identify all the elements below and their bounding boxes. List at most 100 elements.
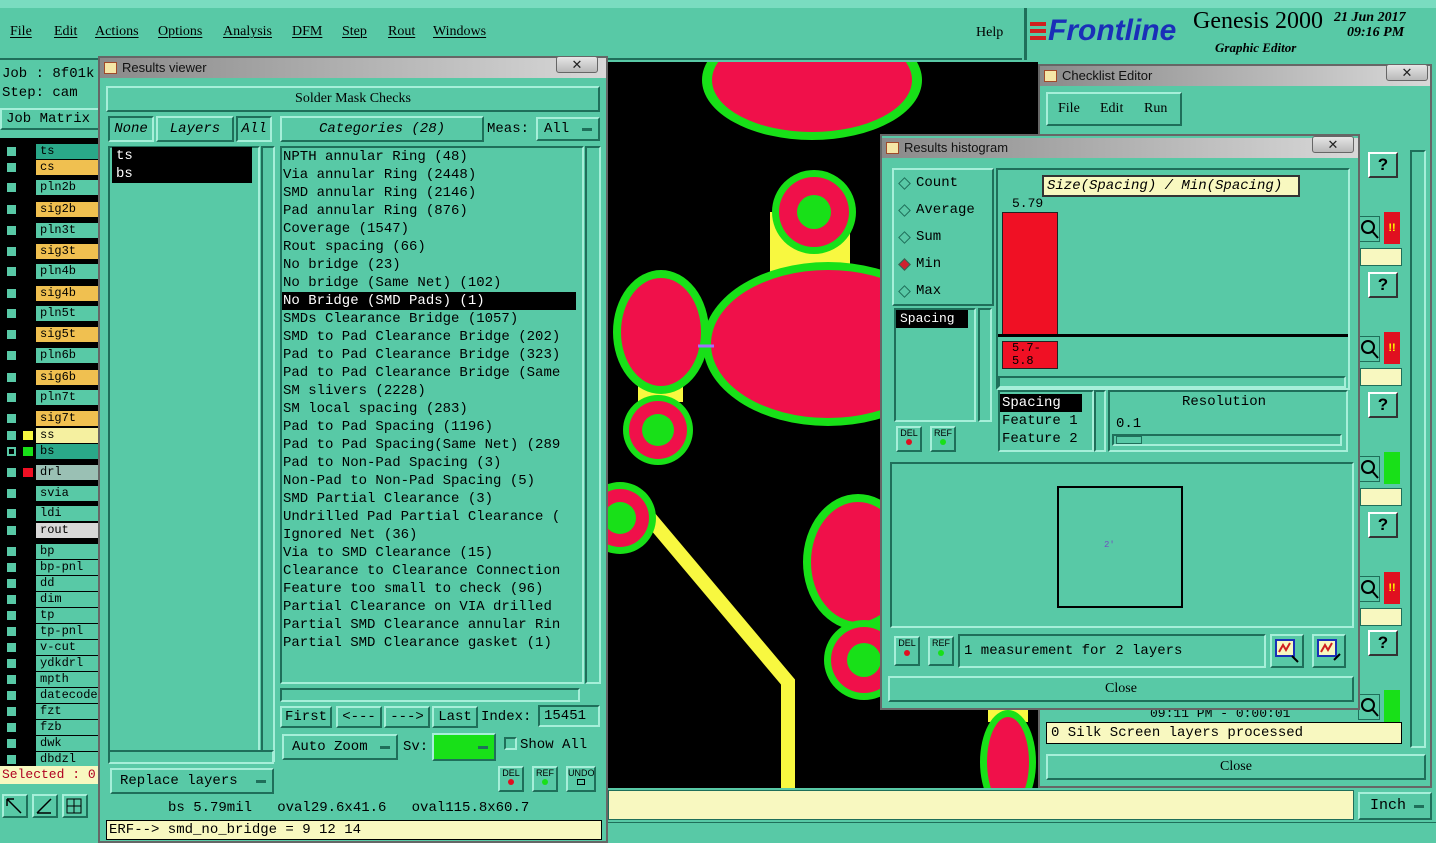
layer-row[interactable]: sig2b — [4, 202, 102, 217]
help-menu[interactable]: Help — [976, 25, 1003, 41]
layer-row[interactable]: tp — [4, 608, 102, 623]
layer-checkbox[interactable] — [6, 162, 17, 173]
layer-row[interactable]: dwk — [4, 736, 102, 751]
layer-row[interactable]: sig4b — [4, 286, 102, 301]
list-item[interactable]: Pad to Non-Pad Spacing (3) — [282, 454, 576, 472]
list-item[interactable]: ts — [112, 147, 252, 165]
layer-row[interactable]: tp-pnl — [4, 624, 102, 639]
preview-del-button[interactable]: DEL — [894, 636, 920, 666]
layer-checkbox[interactable] — [6, 754, 17, 765]
units-dropdown[interactable]: Inch — [1358, 792, 1432, 820]
layer-checkbox[interactable] — [6, 690, 17, 701]
list-item[interactable]: Pad annular Ring (876) — [282, 202, 576, 220]
chart-hscrollbar[interactable] — [998, 376, 1346, 388]
layer-row[interactable]: bp — [4, 544, 102, 559]
layer-row[interactable]: fzb — [4, 720, 102, 735]
result-layer-list[interactable] — [108, 146, 260, 762]
del-button[interactable]: DEL — [498, 766, 524, 792]
attribute-scrollbar[interactable] — [1094, 390, 1106, 452]
layer-row[interactable]: bs — [4, 444, 102, 459]
layer-checkbox[interactable] — [6, 626, 17, 637]
layer-checkbox[interactable] — [6, 446, 17, 457]
layer-row[interactable]: dd — [4, 576, 102, 591]
tool-button-2[interactable] — [32, 794, 58, 818]
layer-checkbox[interactable] — [6, 372, 17, 383]
checklist-scrollbar[interactable] — [1410, 150, 1426, 748]
layer-row[interactable]: svia — [4, 486, 102, 501]
layer-row[interactable]: sig7t — [4, 411, 102, 426]
zoom-out-chart-icon[interactable] — [1312, 634, 1346, 668]
list-item[interactable]: Spacing — [896, 310, 968, 328]
layer-row[interactable]: ldi — [4, 506, 102, 521]
none-button[interactable]: None — [108, 116, 154, 142]
layer-checkbox[interactable] — [6, 350, 17, 361]
checklist-close-btn[interactable]: Close — [1046, 754, 1426, 780]
first-button[interactable]: First — [280, 706, 332, 728]
histogram-bar[interactable] — [1002, 212, 1058, 336]
histogram-titlebar[interactable]: Results histogram — [882, 138, 1358, 158]
mode-option-count[interactable]: Count — [898, 175, 988, 193]
job-matrix-button[interactable]: Job Matrix — [0, 108, 100, 130]
list-item[interactable]: Pad to Pad Spacing (1196) — [282, 418, 576, 436]
checklist-close-button[interactable]: ✕ — [1386, 64, 1428, 81]
replace-layers-dropdown[interactable]: Replace layers — [110, 768, 274, 794]
list-item[interactable]: No Bridge (SMD Pads) (1) — [282, 292, 576, 310]
layer-row[interactable]: bp-pnl — [4, 560, 102, 575]
layer-row[interactable]: pln3t — [4, 223, 102, 238]
list-item[interactable]: Spacing — [1000, 394, 1082, 412]
tool-button-3[interactable] — [62, 794, 88, 818]
prev-button[interactable]: <--- — [336, 706, 382, 728]
layer-row[interactable]: ydkdrl — [4, 656, 102, 671]
checklist-menu-edit[interactable]: Edit — [1100, 101, 1123, 117]
list-item[interactable]: Rout spacing (66) — [282, 238, 576, 256]
layer-checkbox[interactable] — [6, 225, 17, 236]
list-item[interactable]: Non-Pad to Non-Pad Spacing (5) — [282, 472, 576, 490]
layer-row[interactable]: drl — [4, 465, 102, 480]
layer-row[interactable]: datecode- — [4, 688, 105, 703]
help-question-icon[interactable]: ? — [1368, 512, 1398, 538]
category-hscrollbar[interactable] — [280, 688, 580, 702]
layer-checkbox[interactable] — [6, 266, 17, 277]
all-button[interactable]: All — [236, 116, 272, 142]
list-item[interactable]: Via to SMD Clearance (15) — [282, 544, 576, 562]
list-item[interactable]: Pad to Pad Clearance Bridge (323) — [282, 346, 576, 364]
layer-checkbox[interactable] — [6, 546, 17, 557]
list-item[interactable]: Partial SMD Clearance gasket (1) — [282, 634, 576, 652]
menu-dfm[interactable]: DFM — [292, 24, 322, 40]
layer-checkbox[interactable] — [6, 329, 17, 340]
magnify-icon[interactable] — [1358, 456, 1380, 482]
layer-row[interactable]: pln2b — [4, 180, 102, 195]
list-item[interactable]: SMD to Pad Clearance Bridge (202) — [282, 328, 576, 346]
layer-row[interactable]: sig6b — [4, 370, 102, 385]
list-item[interactable]: SM local spacing (283) — [282, 400, 576, 418]
layer-checkbox[interactable] — [6, 508, 17, 519]
layer-checkbox[interactable] — [6, 467, 17, 478]
layer-row[interactable]: pln5t — [4, 306, 102, 321]
menu-step[interactable]: Step — [342, 24, 367, 40]
magnify-icon[interactable] — [1358, 576, 1380, 602]
layer-list-scrollbar[interactable] — [261, 146, 275, 762]
help-question-icon[interactable]: ? — [1368, 272, 1398, 298]
help-question-icon[interactable]: ? — [1368, 152, 1398, 178]
menu-edit[interactable]: Edit — [54, 24, 77, 40]
layer-checkbox[interactable] — [6, 182, 17, 193]
layer-checkbox[interactable] — [6, 308, 17, 319]
list-item[interactable]: SM slivers (2228) — [282, 382, 576, 400]
menu-actions[interactable]: Actions — [95, 24, 139, 40]
histogram-close-btn[interactable]: Close — [888, 676, 1354, 702]
layer-checkbox[interactable] — [6, 430, 17, 441]
hist-ref-button[interactable]: REF — [930, 426, 956, 452]
help-question-icon[interactable]: ? — [1368, 392, 1398, 418]
next-button[interactable]: ---> — [384, 706, 430, 728]
checklist-menu-file[interactable]: File — [1058, 101, 1080, 117]
results-viewer-titlebar[interactable]: Results viewer — [100, 58, 606, 78]
layer-checkbox[interactable] — [6, 642, 17, 653]
layer-row[interactable]: ss — [4, 428, 102, 443]
list-item[interactable]: Coverage (1547) — [282, 220, 576, 238]
command-line[interactable] — [608, 790, 1354, 820]
layer-checkbox[interactable] — [6, 674, 17, 685]
mode-option-average[interactable]: Average — [898, 202, 988, 220]
layer-row[interactable]: dbdzl — [4, 752, 102, 767]
categories-tab[interactable]: Categories (28) — [280, 116, 484, 142]
list-item[interactable]: No bridge (Same Net) (102) — [282, 274, 576, 292]
